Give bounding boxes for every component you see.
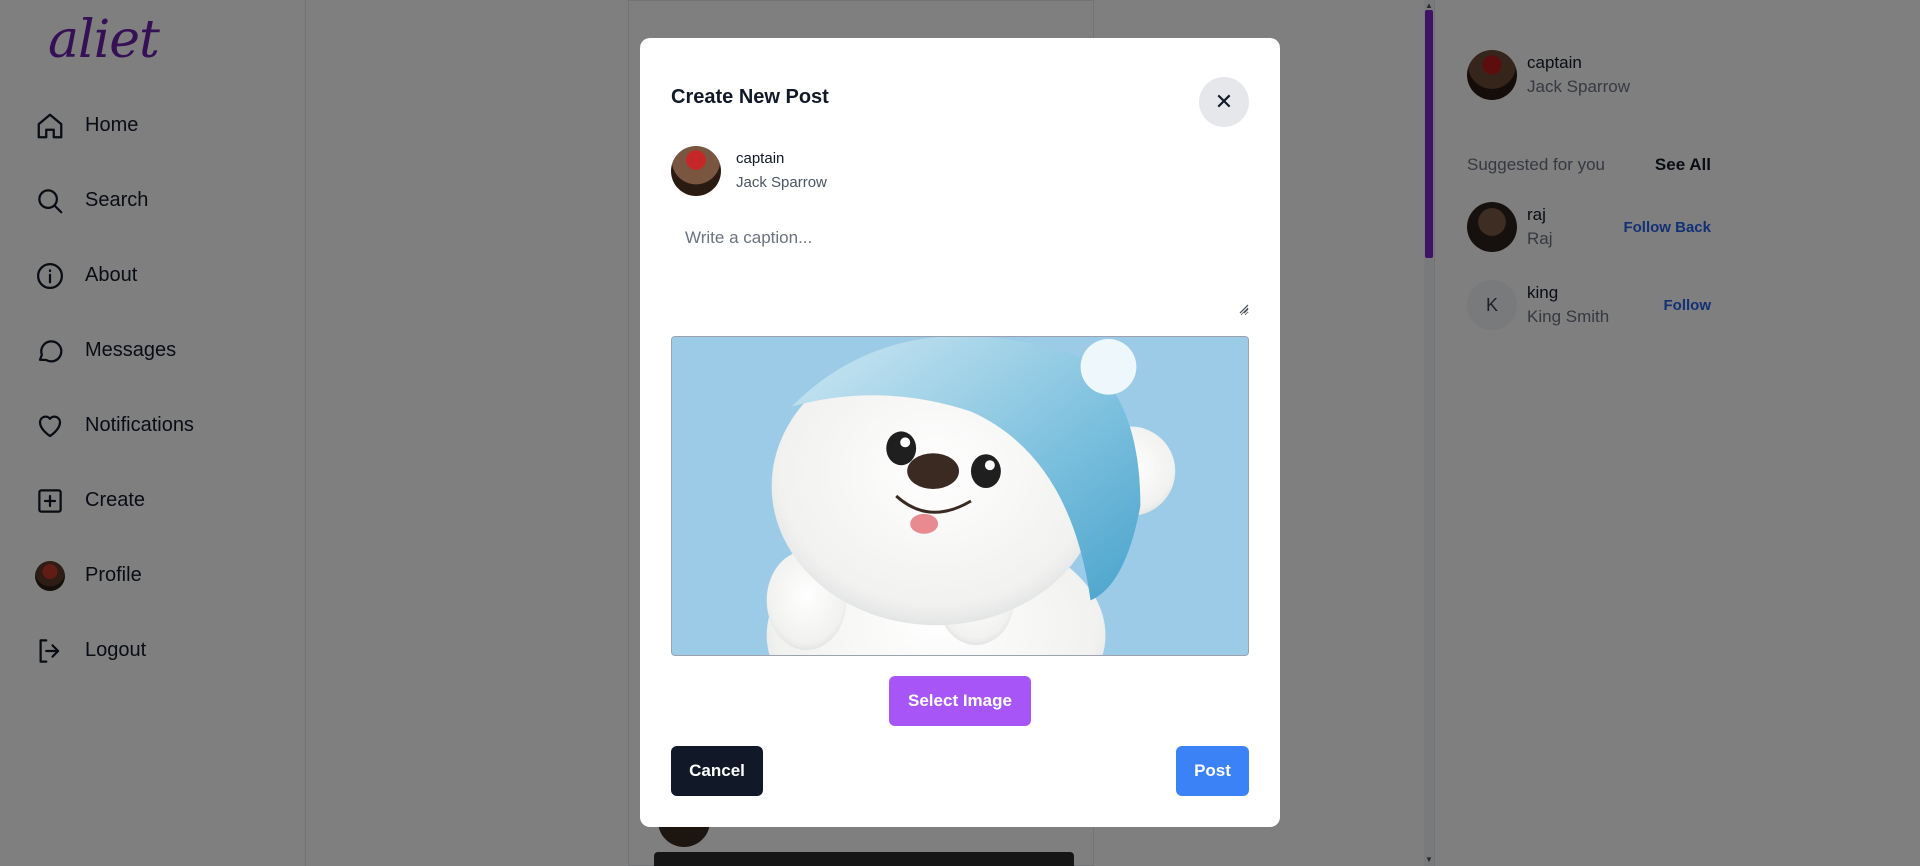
cancel-button[interactable]: Cancel bbox=[671, 746, 763, 796]
username: captain bbox=[736, 150, 785, 167]
select-image-button[interactable]: Select Image bbox=[889, 676, 1031, 726]
bear-image bbox=[672, 337, 1248, 655]
post-button[interactable]: Post bbox=[1176, 746, 1249, 796]
close-icon: ✕ bbox=[1214, 89, 1234, 114]
post-author: captain Jack Sparrow bbox=[671, 146, 827, 196]
avatar bbox=[671, 146, 721, 196]
resize-handle-icon[interactable] bbox=[1237, 302, 1249, 314]
caption-input[interactable] bbox=[671, 216, 1249, 316]
create-post-modal: Create New Post ✕ captain Jack Sparrow W… bbox=[640, 38, 1280, 827]
full-name: Jack Sparrow bbox=[736, 174, 827, 191]
image-preview bbox=[671, 336, 1249, 656]
close-button[interactable]: ✕ bbox=[1199, 77, 1249, 127]
modal-title: Create New Post bbox=[671, 86, 829, 108]
